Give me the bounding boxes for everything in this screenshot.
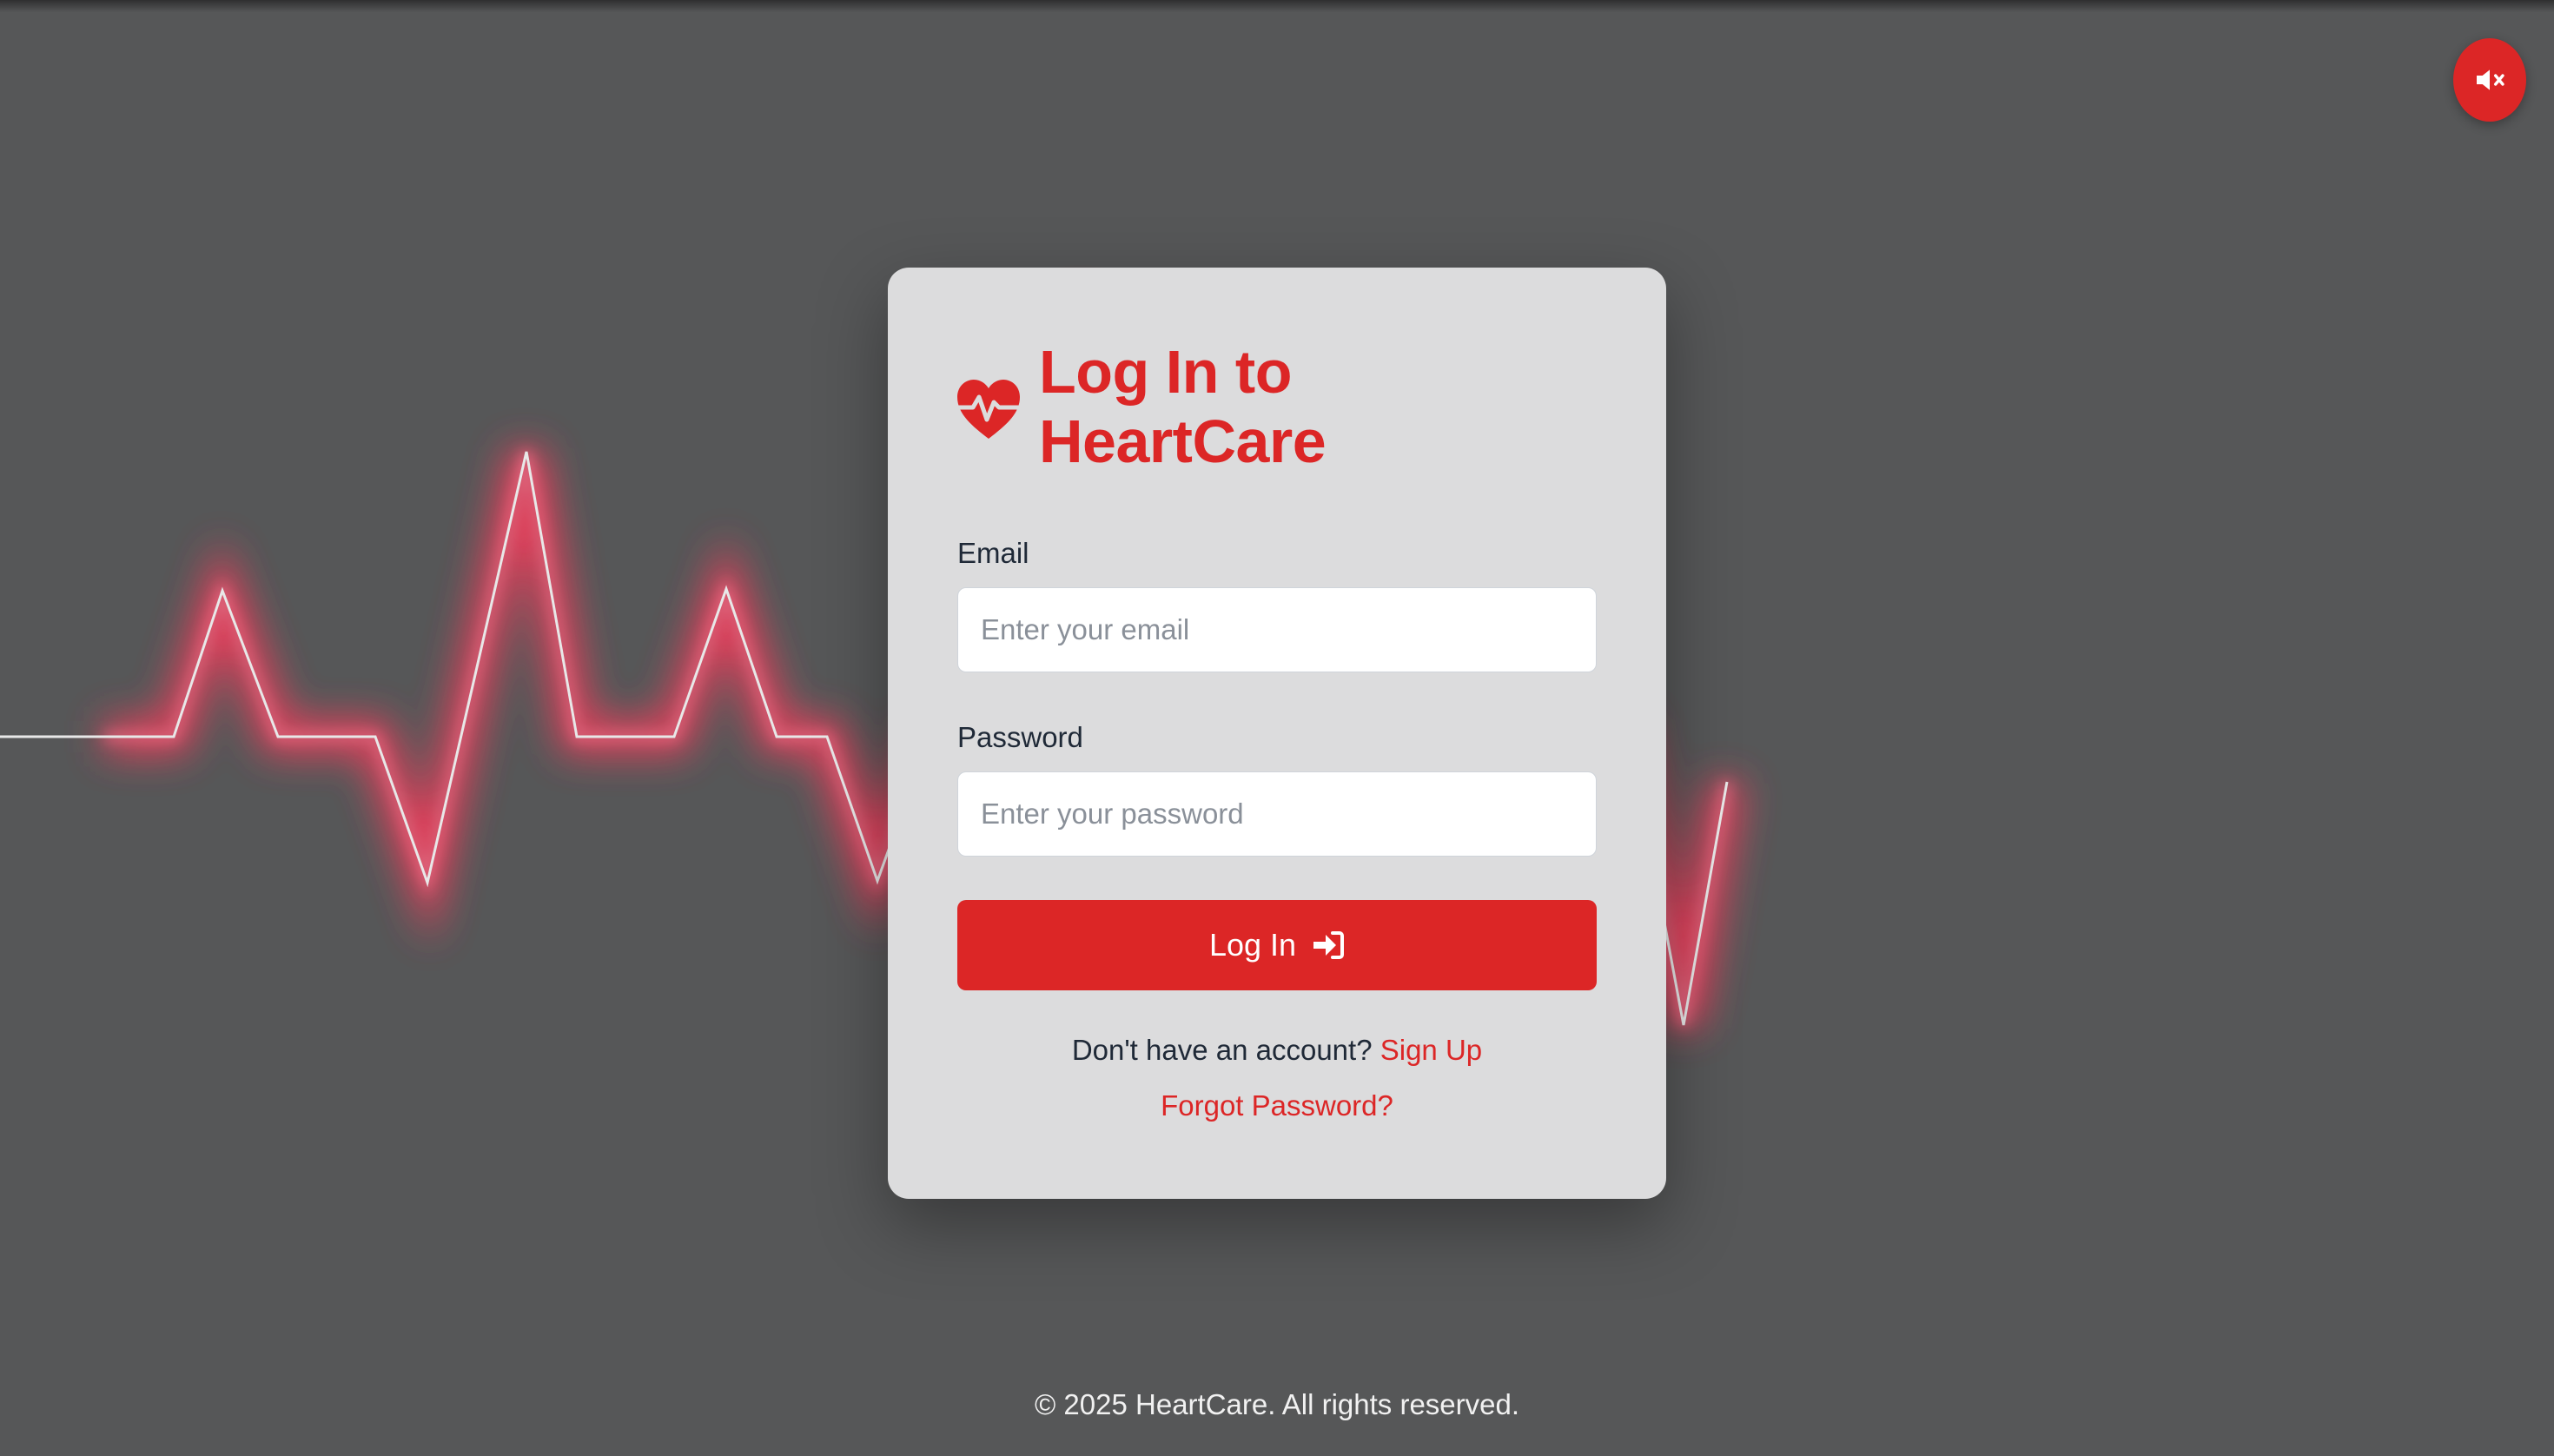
page-title: Log In to HeartCare — [1039, 337, 1404, 476]
signup-row: Don't have an account? Sign Up — [888, 1034, 1666, 1067]
heart-pulse-icon — [956, 380, 1021, 439]
volume-mute-icon — [2477, 69, 2504, 90]
login-button[interactable]: Log In — [957, 900, 1597, 990]
email-field[interactable] — [957, 587, 1597, 672]
email-label: Email — [957, 537, 1029, 569]
signup-prompt: Don't have an account? — [1071, 1034, 1380, 1066]
card-header: Log In to HeartCare — [956, 337, 1404, 476]
signup-link[interactable]: Sign Up — [1380, 1034, 1482, 1066]
password-label: Password — [957, 721, 1083, 753]
mute-button[interactable] — [2453, 38, 2526, 122]
login-button-label: Log In — [1208, 927, 1297, 963]
sign-in-icon — [1313, 931, 1345, 959]
password-field[interactable] — [957, 771, 1597, 857]
title-line-1: Log In to — [1039, 338, 1292, 406]
forgot-password-link[interactable]: Forgot Password? — [1161, 1089, 1393, 1122]
login-card: Log In to HeartCare Email Password Log I… — [888, 268, 1666, 1199]
forgot-row: Forgot Password? — [888, 1089, 1666, 1122]
footer: © 2025 HeartCare. All rights reserved. — [1034, 1388, 1520, 1420]
title-line-2: HeartCare — [1039, 407, 1327, 475]
